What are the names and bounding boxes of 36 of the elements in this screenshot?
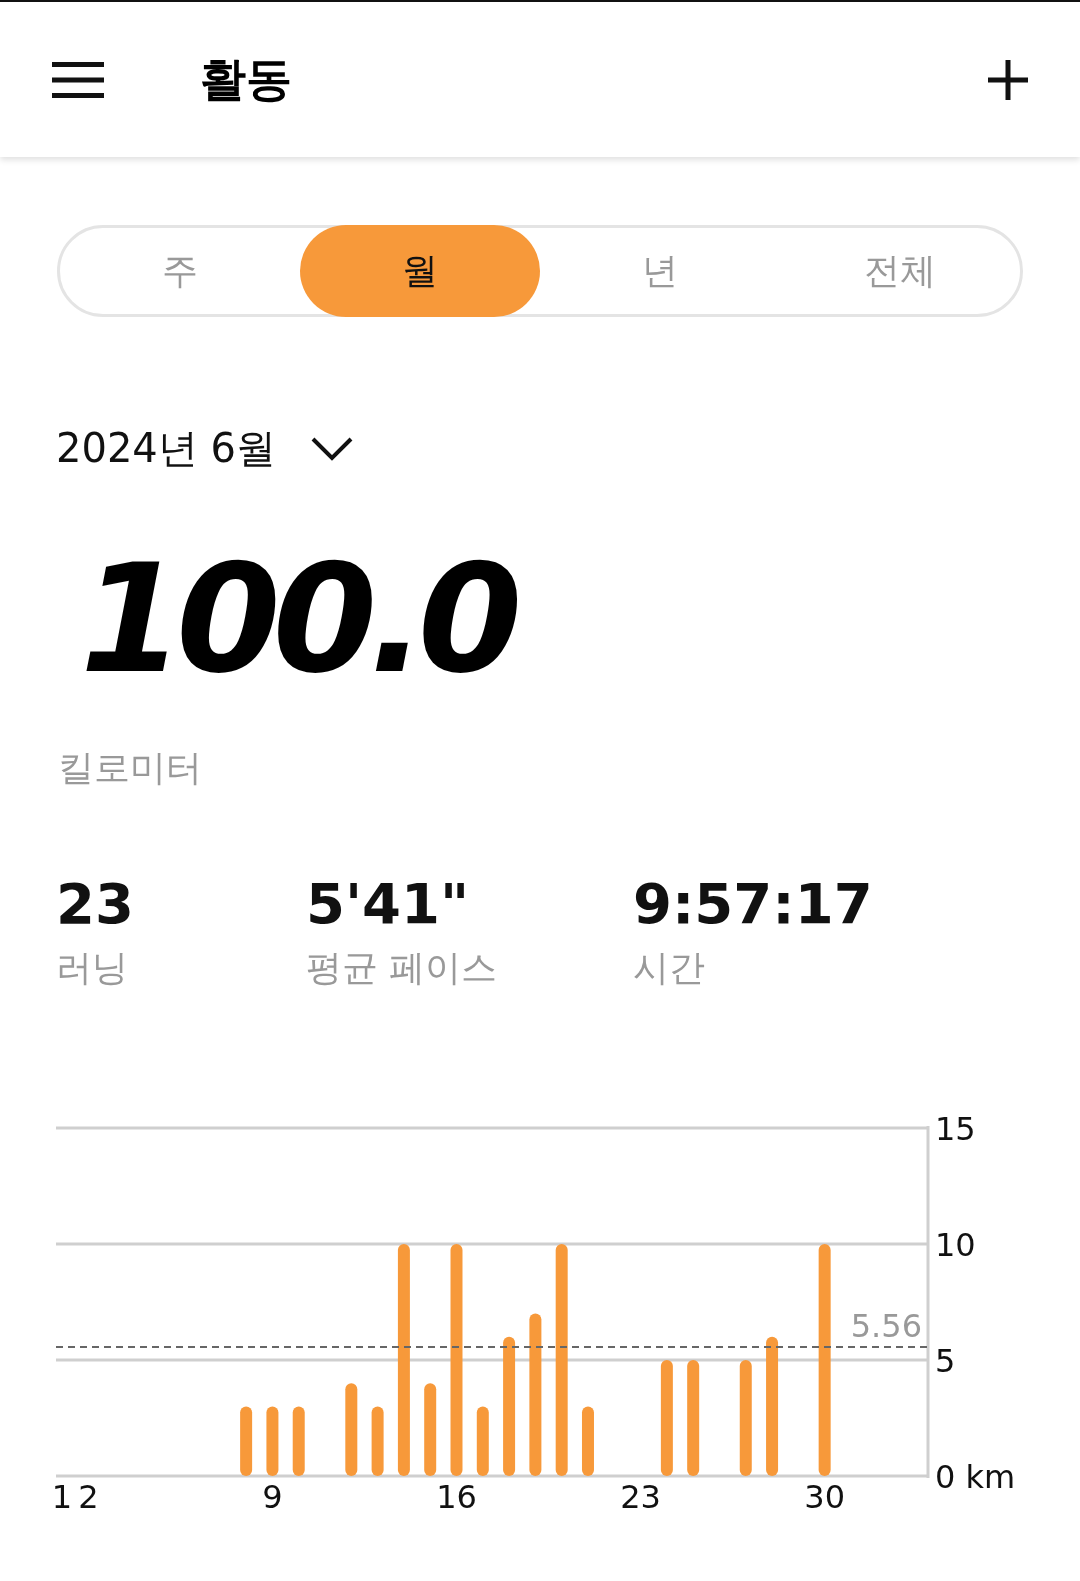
period-tab[interactable]: 전체: [780, 225, 1020, 317]
page-title: 활동: [200, 50, 293, 108]
average-label: 5.56: [850, 1307, 922, 1345]
bar: [266, 1406, 279, 1476]
bar: [476, 1406, 489, 1476]
bar: [292, 1406, 305, 1476]
stat-label: 평균 페이스: [306, 946, 498, 990]
total-distance: 100.0: [80, 544, 515, 694]
distance-unit: 킬로미터: [58, 746, 202, 790]
axis-label: 9: [262, 1478, 283, 1516]
stat-value: 5'41": [306, 871, 470, 936]
stat-value: 23: [56, 871, 134, 936]
menu-button[interactable]: [52, 61, 104, 98]
period-tab[interactable]: 월: [300, 225, 540, 317]
chevron-down-icon: [309, 435, 354, 462]
axis-label: 1: [51, 1478, 73, 1516]
axis-label: 2: [78, 1478, 99, 1516]
axis-label: 30: [804, 1478, 845, 1516]
month-selector[interactable]: 2024년 6월: [56, 421, 354, 476]
stat-value: 9:57:17: [633, 871, 873, 936]
axis-label: 10: [935, 1226, 976, 1264]
axis-label: 0 km: [935, 1458, 1016, 1496]
plus-icon: [988, 59, 1028, 100]
axis-label: 5: [935, 1342, 956, 1380]
axis-label: 23: [620, 1478, 661, 1516]
period-tab[interactable]: 주: [60, 225, 300, 317]
stat-label: 러닝: [56, 946, 128, 990]
stat-label: 시간: [633, 946, 705, 990]
axis-label: 16: [436, 1478, 477, 1516]
bar: [240, 1406, 253, 1476]
menu-icon: [52, 61, 104, 98]
add-button[interactable]: [988, 59, 1028, 100]
axis-label: 15: [935, 1111, 976, 1148]
period-tab[interactable]: 년: [540, 225, 780, 317]
bar: [371, 1406, 384, 1476]
bar: [582, 1406, 594, 1476]
